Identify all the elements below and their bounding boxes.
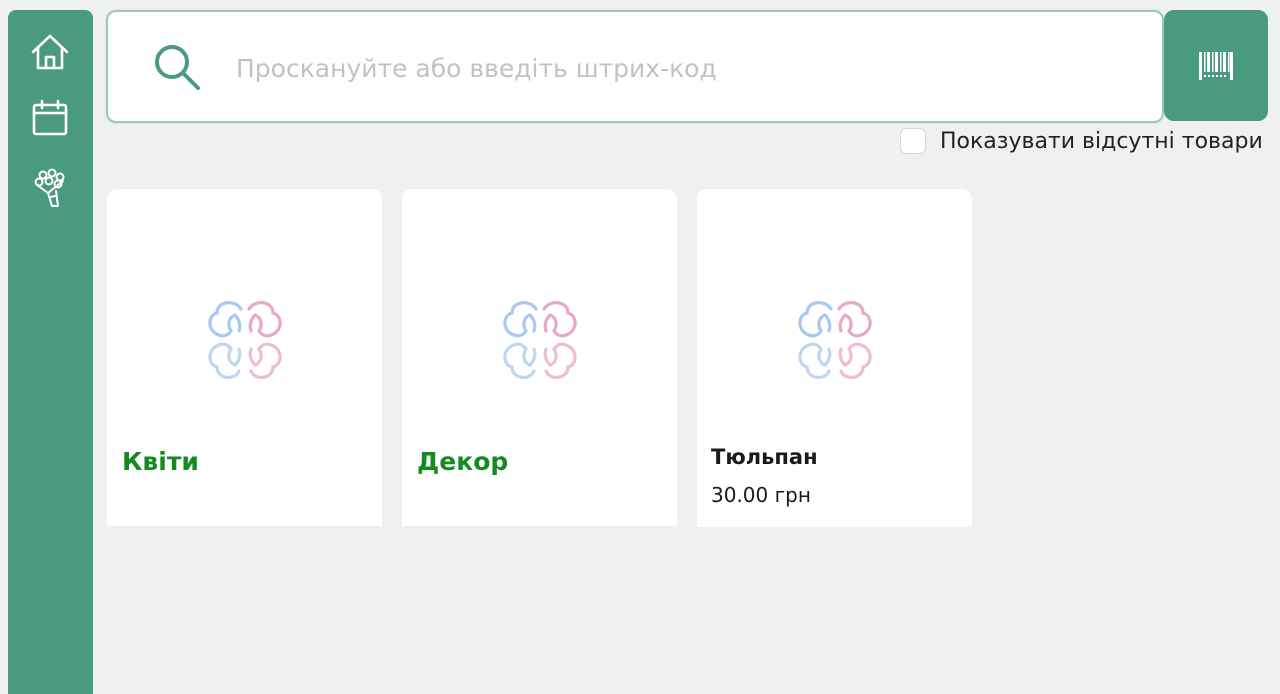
image-placeholder-icon bbox=[798, 301, 872, 379]
category-card-decor[interactable]: Декор bbox=[402, 189, 677, 526]
show-missing-toggle[interactable]: Показувати відсутні товари bbox=[900, 126, 1263, 156]
product-price: 30.00 грн bbox=[711, 483, 811, 507]
calendar-icon bbox=[32, 99, 68, 136]
search-bar bbox=[106, 10, 1164, 123]
image-placeholder-icon bbox=[208, 301, 282, 379]
sidebar-item-bouquet[interactable] bbox=[28, 166, 72, 210]
search-input[interactable] bbox=[236, 42, 1136, 94]
image-placeholder-icon bbox=[503, 301, 577, 379]
category-card-flowers[interactable]: Квіти bbox=[107, 189, 382, 526]
show-missing-label: Показувати відсутні товари bbox=[940, 128, 1263, 154]
show-missing-checkbox[interactable] bbox=[900, 128, 926, 154]
sidebar-item-calendar[interactable] bbox=[28, 96, 72, 140]
barcode-scan-button[interactable] bbox=[1164, 10, 1268, 121]
barcode-icon bbox=[1199, 51, 1233, 80]
search-icon bbox=[155, 45, 200, 90]
category-title: Декор bbox=[417, 447, 509, 476]
home-icon bbox=[31, 34, 69, 70]
category-title: Квіти bbox=[122, 447, 199, 476]
product-title: Тюльпан bbox=[711, 445, 818, 469]
sidebar bbox=[8, 10, 93, 694]
sidebar-item-home[interactable] bbox=[28, 30, 72, 74]
product-card-tulip[interactable]: Тюльпан 30.00 грн bbox=[697, 189, 972, 527]
bouquet-icon bbox=[34, 168, 65, 207]
